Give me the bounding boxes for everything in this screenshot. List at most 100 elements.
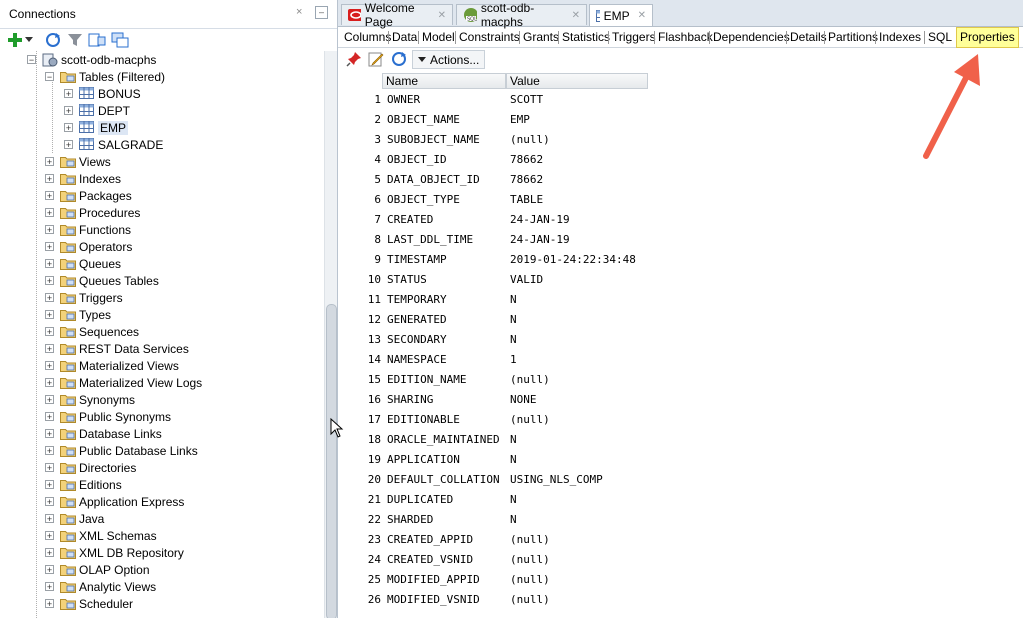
- table-row[interactable]: 25 MODIFIED_APPID (null): [342, 570, 648, 590]
- edit-icon[interactable]: [368, 51, 384, 70]
- tree-node-public-database-links[interactable]: + Public Database Links: [45, 442, 198, 459]
- subtab-indexes[interactable]: Indexes: [877, 29, 923, 46]
- table-row[interactable]: 20 DEFAULT_COLLATION USING_NLS_COMP: [342, 470, 648, 490]
- table-row[interactable]: 9 TIMESTAMP 2019-01-24:22:34:48: [342, 250, 648, 270]
- tab-welcome-page[interactable]: Welcome Page ✕: [341, 1, 453, 29]
- table-row[interactable]: 15 EDITION_NAME (null): [342, 370, 648, 390]
- subtab-partitions[interactable]: Partitions: [826, 29, 880, 46]
- subtab-columns[interactable]: Columns: [342, 29, 393, 46]
- tree-node-materialized-view-logs[interactable]: + Materialized View Logs: [45, 374, 202, 391]
- tree-node-table-bonus[interactable]: + BONUS: [64, 85, 141, 102]
- expand-toggle-icon[interactable]: +: [45, 259, 54, 269]
- refresh-icon[interactable]: [390, 50, 408, 71]
- expand-toggle-icon[interactable]: +: [45, 599, 54, 609]
- subtab-details[interactable]: Details: [788, 29, 829, 46]
- tree-node-scheduler[interactable]: + Scheduler: [45, 595, 133, 612]
- table-row[interactable]: 12 GENERATED N: [342, 310, 648, 330]
- expand-toggle-icon[interactable]: −: [45, 72, 54, 82]
- filter-icon[interactable]: [66, 31, 84, 49]
- expand-toggle-icon[interactable]: +: [64, 106, 73, 116]
- expand-toggle-icon[interactable]: +: [64, 89, 73, 99]
- tree-node-procedures[interactable]: + Procedures: [45, 204, 140, 221]
- table-row[interactable]: 21 DUPLICATED N: [342, 490, 648, 510]
- expand-toggle-icon[interactable]: +: [45, 395, 54, 405]
- expand-toggle-icon[interactable]: +: [45, 565, 54, 575]
- tree-node-connection[interactable]: − scott-odb-macphs: [27, 51, 156, 68]
- table-row[interactable]: 6 OBJECT_TYPE TABLE: [342, 190, 648, 210]
- subtab-constraints[interactable]: Constraints: [457, 29, 522, 46]
- subtab-model[interactable]: Model: [420, 29, 457, 46]
- table-row[interactable]: 8 LAST_DDL_TIME 24-JAN-19: [342, 230, 648, 250]
- expand-toggle-icon[interactable]: +: [45, 242, 54, 252]
- tree-node-java[interactable]: + Java: [45, 510, 104, 527]
- tab-sql-worksheet[interactable]: SQL scott-odb-macphs ✕: [456, 1, 587, 29]
- tree-node-materialized-views[interactable]: + Materialized Views: [45, 357, 179, 374]
- tree-node-public-synonyms[interactable]: + Public Synonyms: [45, 408, 171, 425]
- tree-node-triggers[interactable]: + Triggers: [45, 289, 123, 306]
- close-icon[interactable]: ✕: [438, 10, 446, 21]
- tree-node-database-links[interactable]: + Database Links: [45, 425, 162, 442]
- expand-toggle-icon[interactable]: +: [45, 361, 54, 371]
- tree-node-functions[interactable]: + Functions: [45, 221, 131, 238]
- tree-node-sequences[interactable]: + Sequences: [45, 323, 139, 340]
- close-icon[interactable]: ✕: [638, 10, 646, 21]
- expand-toggle-icon[interactable]: +: [45, 157, 54, 167]
- subtab-dependencies[interactable]: Dependencies: [711, 29, 792, 46]
- tree-node-operators[interactable]: + Operators: [45, 238, 132, 255]
- tree-node-table-emp[interactable]: + EMP: [64, 119, 129, 136]
- actions-button[interactable]: Actions...: [412, 50, 486, 69]
- tree-node-editions[interactable]: + Editions: [45, 476, 122, 493]
- close-icon[interactable]: ×: [296, 6, 302, 18]
- chevron-down-icon[interactable]: [24, 31, 34, 49]
- tree-node-synonyms[interactable]: + Synonyms: [45, 391, 135, 408]
- column-header-name[interactable]: Name: [382, 73, 506, 89]
- expand-toggle-icon[interactable]: +: [45, 446, 54, 456]
- tree-node-analytic-views[interactable]: + Analytic Views: [45, 578, 156, 595]
- expand-toggle-icon[interactable]: +: [45, 344, 54, 354]
- expand-toggle-icon[interactable]: −: [27, 55, 36, 65]
- subtab-data[interactable]: Data: [390, 29, 419, 46]
- table-row[interactable]: 5 DATA_OBJECT_ID 78662: [342, 170, 648, 190]
- tree-node-application-express[interactable]: + Application Express: [45, 493, 184, 510]
- expand-toggle-icon[interactable]: +: [45, 548, 54, 558]
- table-row[interactable]: 13 SECONDARY N: [342, 330, 648, 350]
- expand-toggle-icon[interactable]: +: [45, 378, 54, 388]
- subtab-flashback[interactable]: Flashback: [656, 29, 715, 46]
- minimize-icon[interactable]: –: [315, 6, 328, 19]
- expand-toggle-icon[interactable]: +: [45, 174, 54, 184]
- table-row[interactable]: 7 CREATED 24-JAN-19: [342, 210, 648, 230]
- table-row[interactable]: 17 EDITIONABLE (null): [342, 410, 648, 430]
- tree-node-types[interactable]: + Types: [45, 306, 111, 323]
- tree-node-table-dept[interactable]: + DEPT: [64, 102, 130, 119]
- expand-toggle-icon[interactable]: +: [45, 429, 54, 439]
- expand-toggle-icon[interactable]: +: [45, 327, 54, 337]
- table-row[interactable]: 3 SUBOBJECT_NAME (null): [342, 130, 648, 150]
- tree-node-xml-db-repository[interactable]: + XML DB Repository: [45, 544, 184, 561]
- expand-toggle-icon[interactable]: +: [45, 208, 54, 218]
- table-row[interactable]: 22 SHARDED N: [342, 510, 648, 530]
- table-row[interactable]: 4 OBJECT_ID 78662: [342, 150, 648, 170]
- expand-toggle-icon[interactable]: +: [45, 514, 54, 524]
- pin-icon[interactable]: [346, 51, 362, 70]
- expand-toggle-icon[interactable]: +: [45, 276, 54, 286]
- tree-node-tables[interactable]: − Tables (Filtered): [45, 68, 165, 85]
- table-row[interactable]: 23 CREATED_APPID (null): [342, 530, 648, 550]
- manage-connections-icon[interactable]: [111, 31, 129, 49]
- expand-toggle-icon[interactable]: +: [45, 293, 54, 303]
- add-connection-icon[interactable]: [6, 31, 24, 49]
- scrollbar-thumb[interactable]: [326, 304, 337, 618]
- tree-node-views[interactable]: + Views: [45, 153, 111, 170]
- subtab-triggers[interactable]: Triggers: [610, 29, 658, 46]
- expand-toggle-icon[interactable]: +: [45, 412, 54, 422]
- expand-toggle-icon[interactable]: +: [45, 582, 54, 592]
- table-row[interactable]: 26 MODIFIED_VSNID (null): [342, 590, 648, 610]
- column-header-value[interactable]: Value: [506, 73, 648, 89]
- refresh-icon[interactable]: [44, 31, 62, 49]
- tree-node-directories[interactable]: + Directories: [45, 459, 136, 476]
- tree-node-olap-option[interactable]: + OLAP Option: [45, 561, 150, 578]
- schema-browser-icon[interactable]: [88, 31, 106, 49]
- close-icon[interactable]: ✕: [572, 10, 580, 21]
- table-row[interactable]: 24 CREATED_VSNID (null): [342, 550, 648, 570]
- expand-toggle-icon[interactable]: +: [45, 310, 54, 320]
- expand-toggle-icon[interactable]: +: [45, 531, 54, 541]
